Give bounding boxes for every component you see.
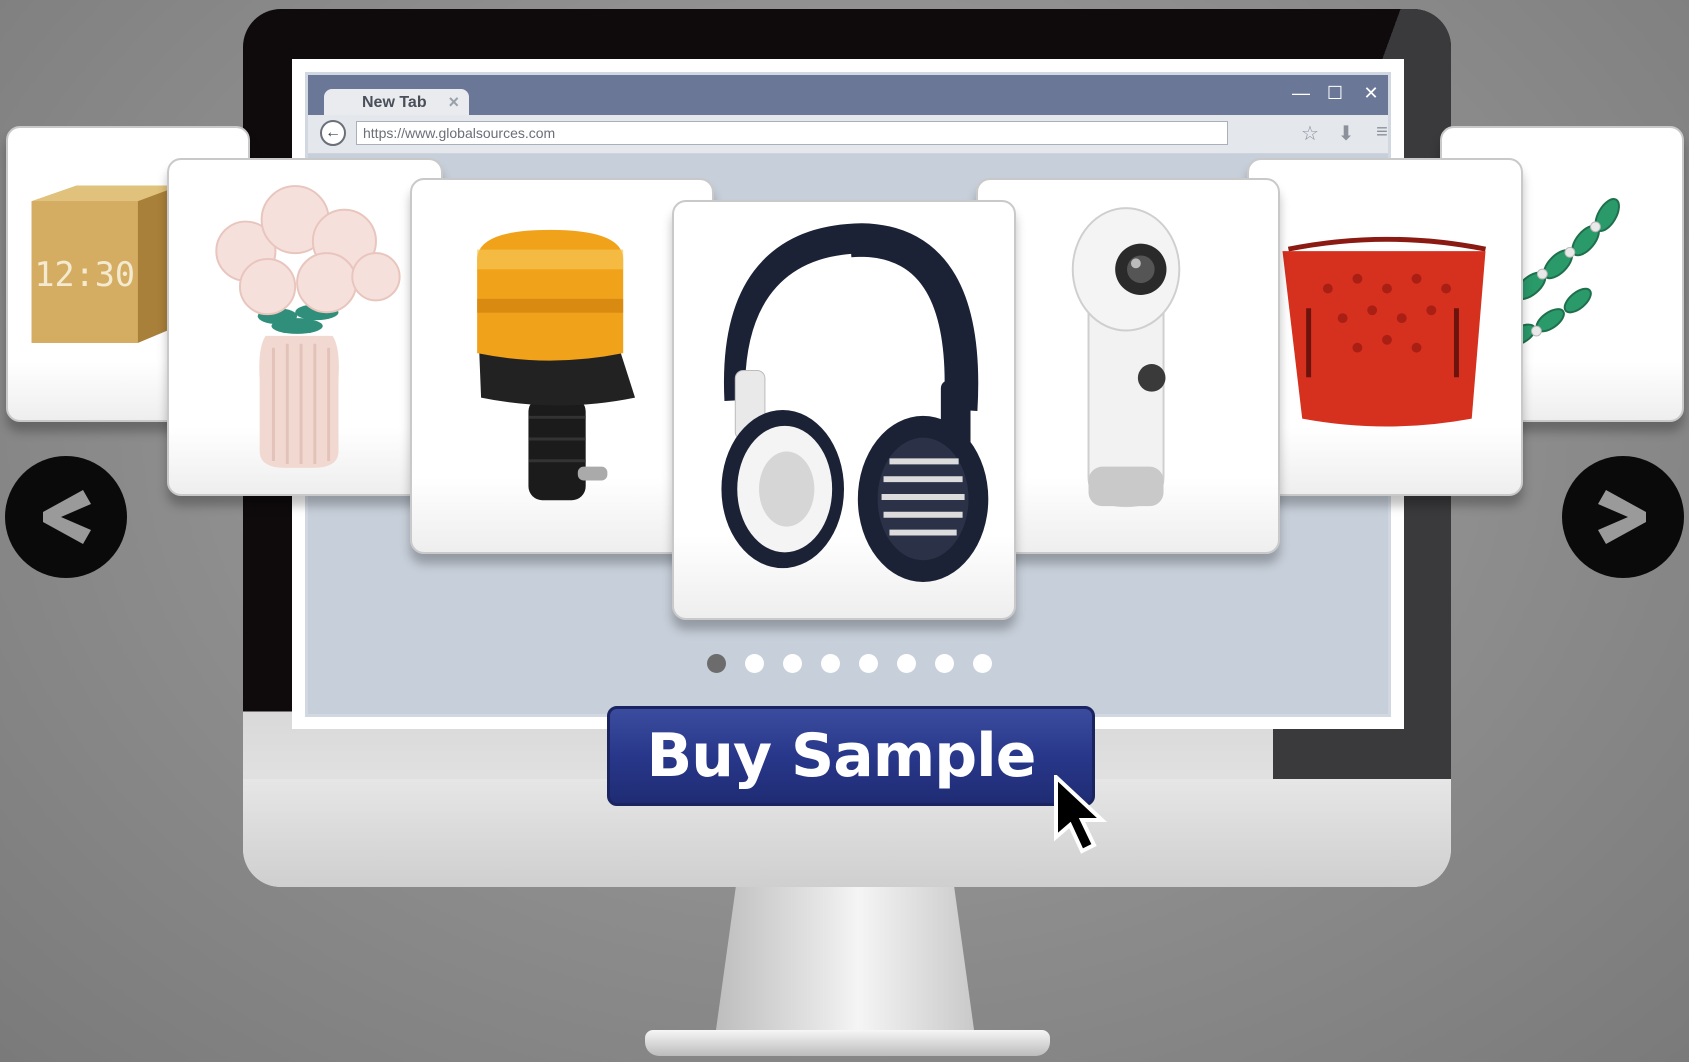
monitor-stand-base bbox=[645, 1030, 1050, 1056]
tab-label: New Tab bbox=[362, 94, 427, 111]
flower-vase-image bbox=[215, 185, 401, 468]
maximize-icon[interactable]: ☐ bbox=[1324, 83, 1346, 104]
carousel-dot[interactable] bbox=[783, 654, 802, 673]
download-icon[interactable]: ⬇ bbox=[1334, 121, 1358, 146]
menu-icon[interactable]: ≡ bbox=[1370, 121, 1394, 144]
red-handbag-image bbox=[1282, 236, 1487, 427]
carousel-dot[interactable] bbox=[897, 654, 916, 673]
carousel-pagination bbox=[707, 654, 992, 673]
mouse-cursor-icon bbox=[1054, 775, 1108, 854]
buy-sample-button[interactable]: Buy Sample bbox=[607, 706, 1095, 806]
carousel-dot[interactable] bbox=[821, 654, 840, 673]
bookmark-star-icon[interactable]: ☆ bbox=[1298, 121, 1322, 146]
product-card-handbag[interactable] bbox=[1247, 158, 1523, 496]
carousel-dot[interactable] bbox=[935, 654, 954, 673]
next-arrow-icon bbox=[1598, 490, 1646, 544]
address-bar[interactable]: https://www.globalsources.com bbox=[356, 121, 1228, 145]
carousel-dot[interactable] bbox=[859, 654, 878, 673]
amber-beacon-image bbox=[477, 229, 636, 501]
clock-display: 12:30 bbox=[34, 255, 135, 294]
previous-arrow-icon bbox=[43, 490, 91, 544]
tab-close-icon[interactable]: × bbox=[448, 92, 459, 113]
product-card-beacon[interactable] bbox=[410, 178, 714, 554]
close-icon[interactable]: ✕ bbox=[1360, 83, 1382, 104]
product-card-camera[interactable] bbox=[976, 178, 1280, 554]
carousel-dot[interactable] bbox=[973, 654, 992, 673]
browser-titlebar: New Tab × — ☐ ✕ bbox=[308, 75, 1388, 117]
carousel-dot[interactable] bbox=[745, 654, 764, 673]
headphones-image bbox=[721, 223, 989, 582]
product-card-headphones[interactable] bbox=[672, 200, 1016, 620]
product-card-vase[interactable] bbox=[167, 158, 443, 496]
back-icon[interactable]: ← bbox=[320, 120, 346, 146]
carousel-next-button[interactable] bbox=[1562, 456, 1684, 578]
carousel-prev-button[interactable] bbox=[5, 456, 127, 578]
monitor-stand bbox=[715, 887, 975, 1037]
minimize-icon[interactable]: — bbox=[1290, 83, 1312, 104]
360-camera-image bbox=[1071, 207, 1181, 508]
carousel-dot[interactable] bbox=[707, 654, 726, 673]
browser-toolbar: ← https://www.globalsources.com ☆ ⬇ ≡ bbox=[308, 115, 1388, 154]
tab-new-tab[interactable]: New Tab × bbox=[324, 89, 469, 117]
